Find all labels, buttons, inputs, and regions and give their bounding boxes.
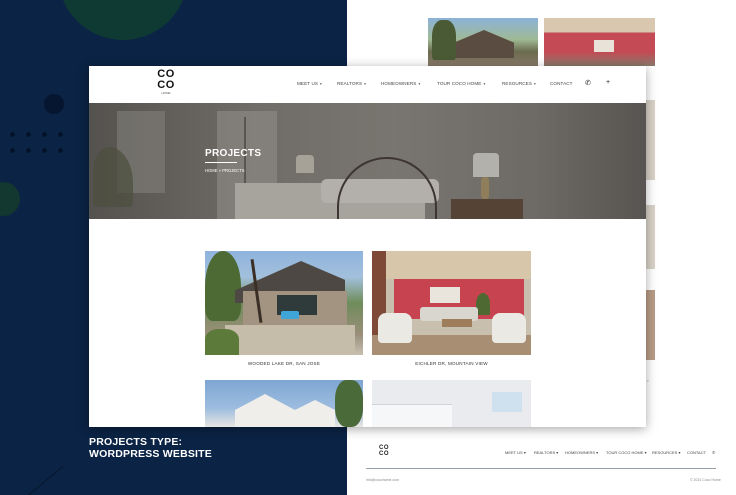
project-caption[interactable]: EICHLER DR, MOUNTAIN VIEW: [372, 361, 531, 366]
chevron-down-icon: ▾: [534, 82, 536, 86]
title-underline: [205, 162, 237, 163]
website-mockup: CO CO HOME MEET US ▾ REALTORS ▾ HOMEOWNERS…: [89, 66, 646, 427]
site-header: CO CO HOME MEET US ▾ REALTORS ▾ HOMEOWNERS…: [89, 66, 646, 103]
decorative-circle: [44, 94, 64, 114]
background-thumbnail-strip: [646, 205, 655, 269]
project-photo-eichler[interactable]: [372, 251, 531, 355]
chevron-down-icon: ▾: [364, 82, 366, 86]
decorative-half-circle: [58, 0, 188, 40]
chevron-down-icon: ▾: [418, 82, 421, 86]
site-logo[interactable]: CO CO HOME: [154, 69, 178, 96]
footer-copyright: © 2021 Coco Home: [690, 478, 721, 482]
project-photo-wooded-lake[interactable]: [205, 251, 363, 355]
project-caption[interactable]: WOODED LAKE DR, SAN JOSE: [205, 361, 363, 366]
footer-divider: [366, 468, 716, 469]
plus-icon[interactable]: +: [606, 79, 610, 86]
footer-nav-tour[interactable]: TOUR COCO HOME ▾: [606, 450, 647, 455]
project-photo-victorian-house[interactable]: [205, 380, 363, 427]
chevron-down-icon: ▾: [320, 82, 322, 86]
page-hero-banner: PROJECTS HOME » PROJECTS: [89, 103, 646, 219]
breadcrumb[interactable]: HOME » PROJECTS: [205, 168, 245, 173]
decorative-line: [16, 465, 64, 495]
footer-nav-homeowners[interactable]: HOMEOWNERS ▾: [565, 450, 598, 455]
page-title: PROJECTS: [205, 148, 262, 159]
footer-phone-icon[interactable]: ✆: [712, 450, 715, 455]
footer-nav-contact[interactable]: CONTACT: [687, 450, 706, 455]
footer-email[interactable]: info@cocohome.com: [366, 478, 399, 482]
project-photo-kitchen[interactable]: [372, 380, 531, 427]
background-thumbnail-strip: [646, 290, 655, 360]
decorative-dot-grid: [10, 132, 63, 153]
background-house-thumbnail: [428, 18, 538, 66]
footer-nav-meet-us[interactable]: MEET US ▾: [505, 450, 526, 455]
nav-homeowners[interactable]: HOMEOWNERS ▾: [381, 81, 420, 86]
decorative-green-circle: [0, 182, 20, 216]
nav-contact[interactable]: CONTACT: [550, 81, 573, 86]
background-room-thumbnail: [544, 18, 655, 66]
footer-nav-resources[interactable]: RESOURCES ▾: [652, 450, 680, 455]
footer-logo[interactable]: CO CO: [377, 445, 391, 457]
nav-realtors[interactable]: REALTORS ▾: [337, 81, 366, 86]
nav-tour-coco-home[interactable]: TOUR COCO HOME ▾: [437, 81, 485, 86]
background-thumbnail-strip: [646, 100, 655, 180]
project-type-caption: PROJECTS TYPE: WORDPRESS WEBSITE: [89, 436, 212, 460]
caption-line-2: WORDPRESS WEBSITE: [89, 448, 212, 460]
chevron-down-icon: ▾: [483, 82, 486, 86]
caption-line-1: PROJECTS TYPE:: [89, 436, 183, 448]
footer-nav-realtors[interactable]: REALTORS ▾: [534, 450, 558, 455]
nav-resources[interactable]: RESOURCES ▾: [502, 81, 536, 86]
nav-meet-us[interactable]: MEET US ▾: [297, 81, 322, 86]
phone-icon[interactable]: ✆: [585, 79, 591, 87]
